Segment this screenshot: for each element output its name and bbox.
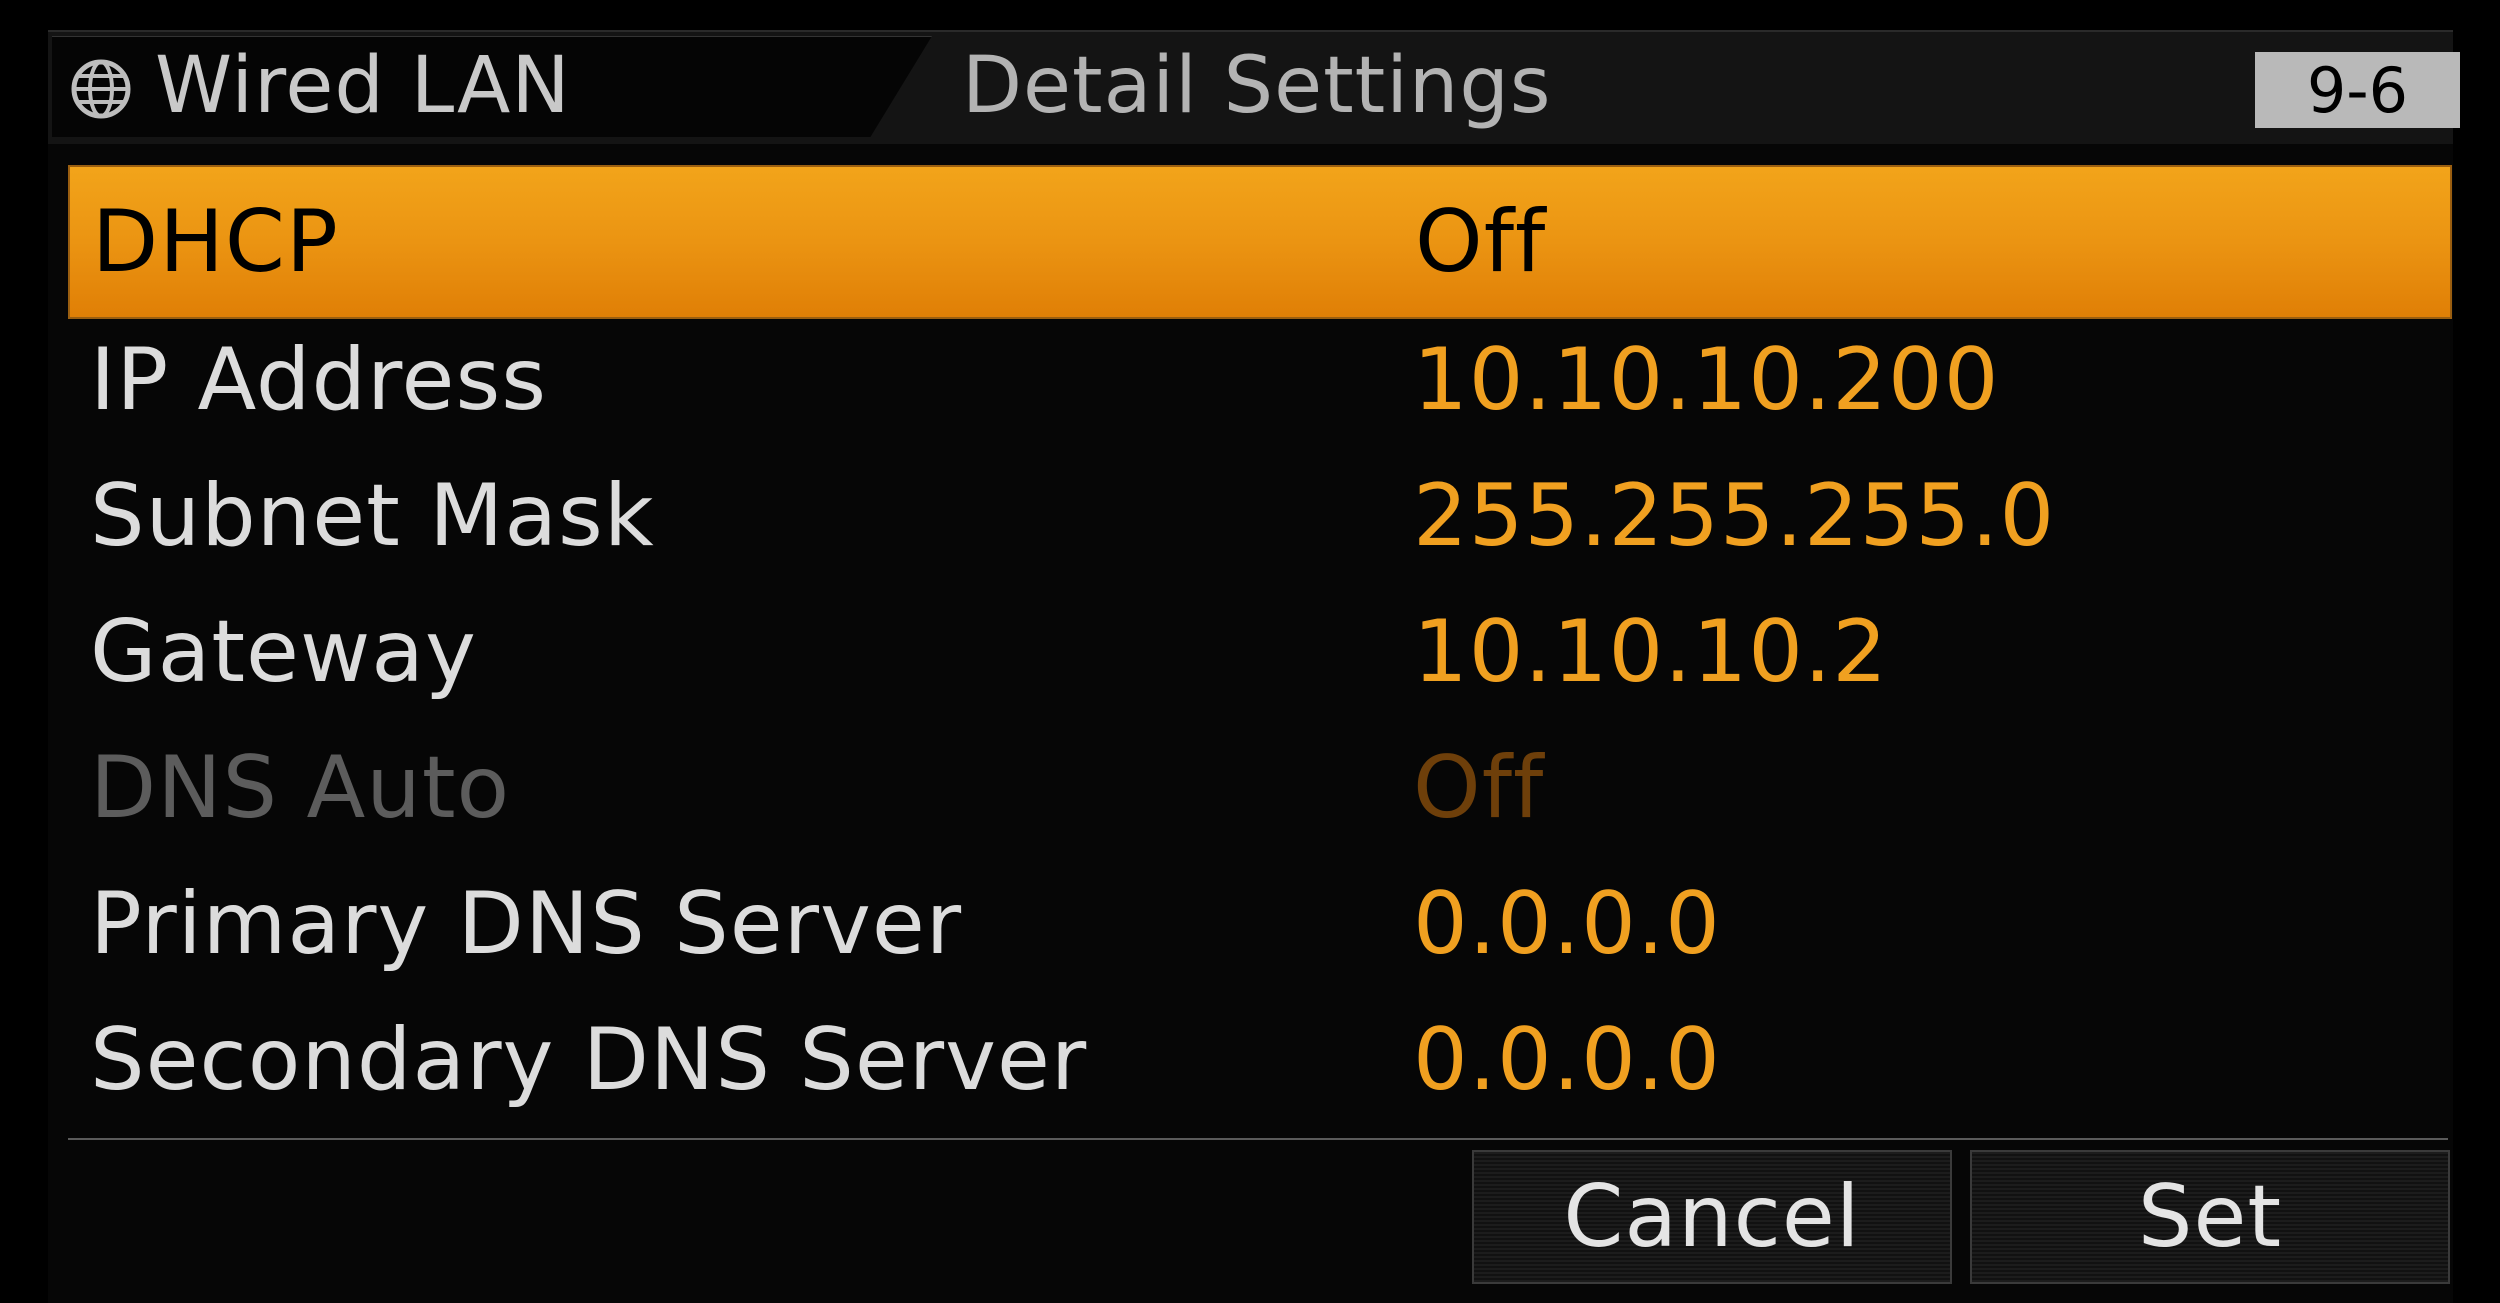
- setting-value: 255.255.255.0: [1413, 466, 2056, 566]
- setting-value: Off: [1415, 192, 1547, 292]
- setting-value: Off: [1413, 738, 1545, 838]
- setting-row-ip-address[interactable]: IP Address 10.10.10.200: [68, 305, 2448, 455]
- setting-label: Gateway: [90, 602, 477, 702]
- setting-label: IP Address: [90, 330, 548, 430]
- setting-label: Primary DNS Server: [90, 874, 963, 974]
- setting-row-gateway[interactable]: Gateway 10.10.10.2: [68, 577, 2448, 727]
- cancel-button[interactable]: Cancel: [1472, 1150, 1952, 1284]
- setting-row-secondary-dns[interactable]: Secondary DNS Server 0.0.0.0: [68, 985, 2448, 1135]
- setting-label: DNS Auto: [90, 738, 511, 838]
- setting-value: 0.0.0.0: [1413, 1010, 1721, 1110]
- setting-label: DHCP: [92, 192, 339, 292]
- setting-label: Subnet Mask: [90, 466, 655, 566]
- set-button[interactable]: Set: [1970, 1150, 2450, 1284]
- globe-icon: [71, 59, 131, 119]
- setting-row-primary-dns[interactable]: Primary DNS Server 0.0.0.0: [68, 849, 2448, 999]
- divider: [68, 1138, 2448, 1140]
- page-title: Detail Settings: [962, 41, 1552, 131]
- page-number-badge: 9-6: [2255, 52, 2460, 128]
- setting-value: 0.0.0.0: [1413, 874, 1721, 974]
- setting-label: Secondary DNS Server: [90, 1010, 1088, 1110]
- setting-row-dhcp[interactable]: DHCP Off: [68, 165, 2452, 319]
- setting-row-subnet-mask[interactable]: Subnet Mask 255.255.255.0: [68, 441, 2448, 591]
- setting-row-dns-auto: DNS Auto Off: [68, 713, 2448, 863]
- setting-value: 10.10.10.2: [1413, 602, 1889, 702]
- setting-value: 10.10.10.200: [1413, 330, 2000, 430]
- tab-title: Wired LAN: [155, 41, 571, 131]
